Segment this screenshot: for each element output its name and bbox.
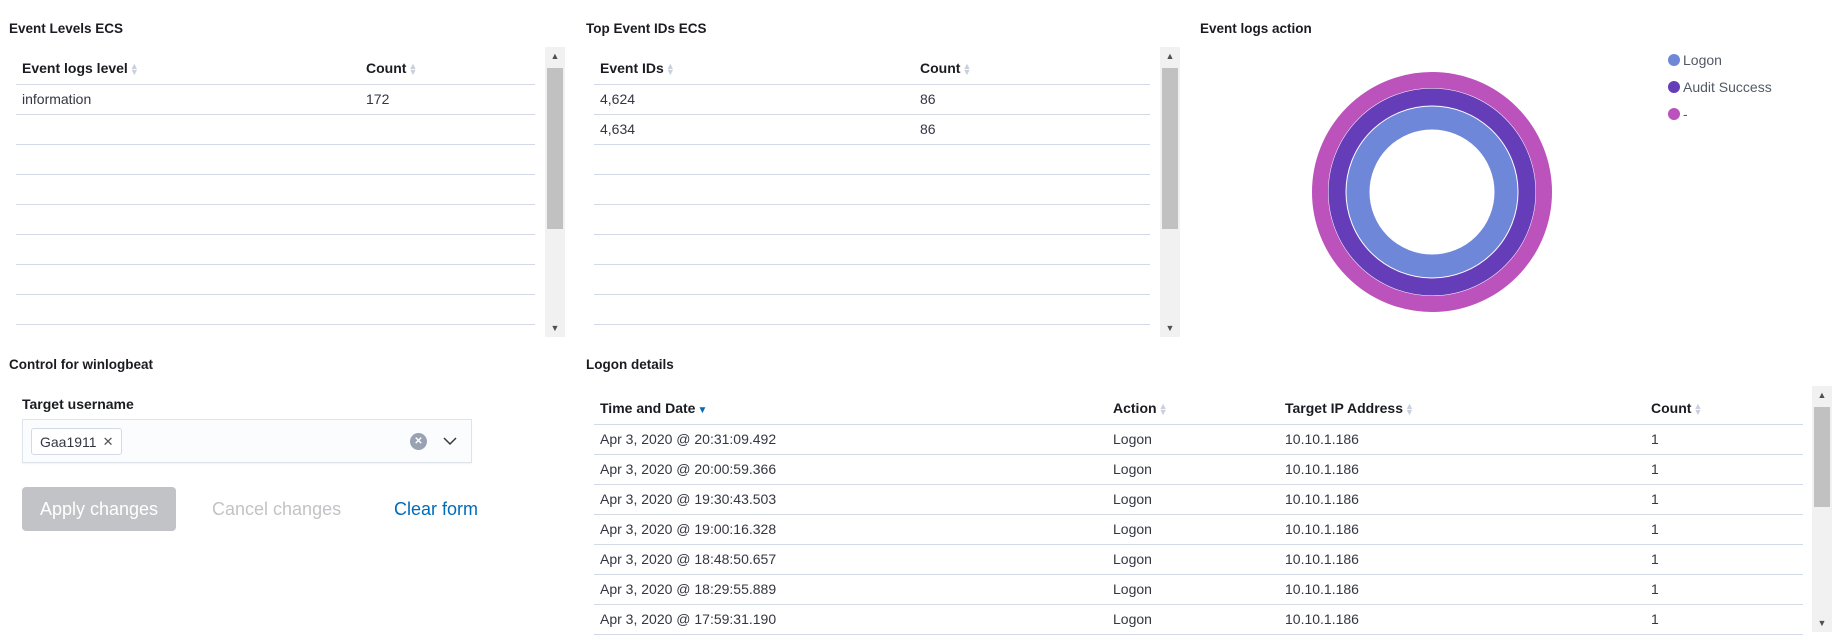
- scroll-down-arrow-icon[interactable]: ▼: [1160, 323, 1180, 333]
- column-header-target-ip[interactable]: Target IP Address ▲ ▼: [1279, 392, 1645, 425]
- scroll-up-arrow-icon[interactable]: ▲: [1812, 390, 1832, 400]
- target-username-combobox[interactable]: Gaa1911 ✕ ✕: [22, 419, 472, 463]
- table-row: Apr 3, 2020 @ 18:48:50.657 Logon 10.10.1.1…: [594, 544, 1803, 575]
- target-ip-cell: 10.10.1.186: [1279, 484, 1645, 515]
- legend-dot-icon: [1668, 81, 1680, 93]
- count-cell: 1: [1645, 514, 1803, 545]
- table-row: 4,624 86: [594, 84, 1150, 115]
- ring-logon[interactable]: [1346, 106, 1518, 278]
- column-header-count[interactable]: Count ▲ ▼: [360, 52, 535, 85]
- scrollbar[interactable]: ▲ ▼: [1812, 386, 1832, 632]
- count-cell: 1: [1645, 484, 1803, 515]
- sort-icon: ▲ ▼: [665, 61, 675, 78]
- table-row: 4,634 86: [594, 114, 1150, 145]
- scrollbar-thumb[interactable]: [1814, 407, 1830, 507]
- time-and-date-cell: Apr 3, 2020 @ 20:00:59.366: [594, 454, 1107, 485]
- apply-changes-button[interactable]: Apply changes: [22, 487, 176, 531]
- column-header-time-and-date[interactable]: Time and Date ▼: [594, 392, 1107, 425]
- time-and-date-cell: Apr 3, 2020 @ 18:48:50.657: [594, 544, 1107, 575]
- scroll-down-arrow-icon[interactable]: ▼: [545, 323, 565, 333]
- target-ip-cell: 10.10.1.186: [1279, 574, 1645, 605]
- table-row: information 172: [16, 84, 535, 115]
- clear-form-button[interactable]: Clear form: [394, 487, 478, 531]
- action-cell: Logon: [1107, 484, 1279, 515]
- donut-chart: [1312, 72, 1552, 312]
- count-cell: 1: [1645, 604, 1803, 635]
- sort-descending-icon: ▼: [697, 404, 708, 416]
- time-and-date-cell: Apr 3, 2020 @ 19:00:16.328: [594, 514, 1107, 545]
- table-row: Apr 3, 2020 @ 19:30:43.503 Logon 10.10.1.1…: [594, 484, 1803, 515]
- column-header-action[interactable]: Action ▲ ▼: [1107, 392, 1279, 425]
- table-row: Apr 3, 2020 @ 20:31:09.492 Logon 10.10.1.1…: [594, 424, 1803, 455]
- legend-dot-icon: [1668, 54, 1680, 66]
- scroll-up-arrow-icon[interactable]: ▲: [545, 51, 565, 61]
- column-header-count[interactable]: Count ▲ ▼: [1645, 392, 1803, 425]
- sort-icon: ▲ ▼: [408, 61, 418, 78]
- target-ip-cell: 10.10.1.186: [1279, 544, 1645, 575]
- scroll-up-arrow-icon[interactable]: ▲: [1160, 51, 1180, 61]
- chevron-down-icon[interactable]: [443, 436, 457, 446]
- table-row: Apr 3, 2020 @ 17:59:31.190 Logon 10.10.1.1…: [594, 604, 1803, 635]
- panel-title-logon-details: Logon details: [586, 357, 674, 372]
- column-header-count[interactable]: Count ▲ ▼: [914, 52, 1150, 85]
- count-cell: 1: [1645, 454, 1803, 485]
- action-cell: Logon: [1107, 454, 1279, 485]
- target-ip-cell: 10.10.1.186: [1279, 424, 1645, 455]
- sort-icon: ▲ ▼: [129, 61, 139, 78]
- scroll-down-arrow-icon[interactable]: ▼: [1812, 618, 1832, 628]
- panel-title-event-logs-action: Event logs action: [1200, 21, 1312, 36]
- column-header-event-logs-level[interactable]: Event logs level ▲ ▼: [16, 52, 360, 85]
- sort-icon: ▲ ▼: [1405, 401, 1414, 418]
- table-row: Apr 3, 2020 @ 19:00:16.328 Logon 10.10.1.1…: [594, 514, 1803, 545]
- selected-value-pill: Gaa1911 ✕: [31, 428, 123, 455]
- target-ip-cell: 10.10.1.186: [1279, 514, 1645, 545]
- scrollbar[interactable]: ▲ ▼: [1160, 47, 1180, 337]
- target-username-label: Target username: [22, 396, 134, 412]
- action-cell: Logon: [1107, 604, 1279, 635]
- clear-input-icon[interactable]: ✕: [410, 433, 427, 450]
- table-row: Apr 3, 2020 @ 18:29:55.889 Logon 10.10.1.1…: [594, 574, 1803, 605]
- time-and-date-cell: Apr 3, 2020 @ 19:30:43.503: [594, 484, 1107, 515]
- event-levels-table: Event logs level ▲ ▼ Count ▲ ▼ information 17…: [16, 52, 535, 325]
- scrollbar[interactable]: ▲ ▼: [545, 47, 565, 337]
- top-event-ids-table: Event IDs ▲ ▼ Count ▲ ▼ 4,624 86 4,634 86: [594, 52, 1150, 325]
- target-ip-cell: 10.10.1.186: [1279, 454, 1645, 485]
- logon-details-table: Time and Date ▼ Action ▲ ▼ Target IP Addres…: [594, 392, 1803, 635]
- panel-title-event-levels: Event Levels ECS: [9, 21, 124, 36]
- count-cell: 1: [1645, 574, 1803, 605]
- action-cell: Logon: [1107, 514, 1279, 545]
- legend-item-logon[interactable]: Logon: [1668, 52, 1722, 68]
- panel-title-top-event-ids: Top Event IDs ECS: [586, 21, 707, 36]
- scrollbar-thumb[interactable]: [1162, 68, 1178, 229]
- scrollbar-thumb[interactable]: [547, 68, 563, 229]
- column-header-event-ids[interactable]: Event IDs ▲ ▼: [594, 52, 914, 85]
- legend-item-dash[interactable]: -: [1668, 106, 1688, 122]
- sort-icon: ▲ ▼: [962, 61, 972, 78]
- time-and-date-cell: Apr 3, 2020 @ 20:31:09.492: [594, 424, 1107, 455]
- action-cell: Logon: [1107, 544, 1279, 575]
- action-cell: Logon: [1107, 574, 1279, 605]
- sort-icon: ▲ ▼: [1693, 401, 1703, 418]
- panel-title-control: Control for winlogbeat: [9, 357, 153, 372]
- table-row: Apr 3, 2020 @ 20:00:59.366 Logon 10.10.1.1…: [594, 454, 1803, 485]
- target-ip-cell: 10.10.1.186: [1279, 604, 1645, 635]
- legend-item-audit-success[interactable]: Audit Success: [1668, 79, 1772, 95]
- legend-dot-icon: [1668, 108, 1680, 120]
- sort-icon: ▲ ▼: [1158, 401, 1168, 418]
- count-cell: 1: [1645, 544, 1803, 575]
- time-and-date-cell: Apr 3, 2020 @ 17:59:31.190: [594, 604, 1107, 635]
- cancel-changes-button[interactable]: Cancel changes: [212, 487, 341, 531]
- action-cell: Logon: [1107, 424, 1279, 455]
- count-cell: 1: [1645, 424, 1803, 455]
- remove-value-icon[interactable]: ✕: [103, 434, 114, 450]
- time-and-date-cell: Apr 3, 2020 @ 18:29:55.889: [594, 574, 1107, 605]
